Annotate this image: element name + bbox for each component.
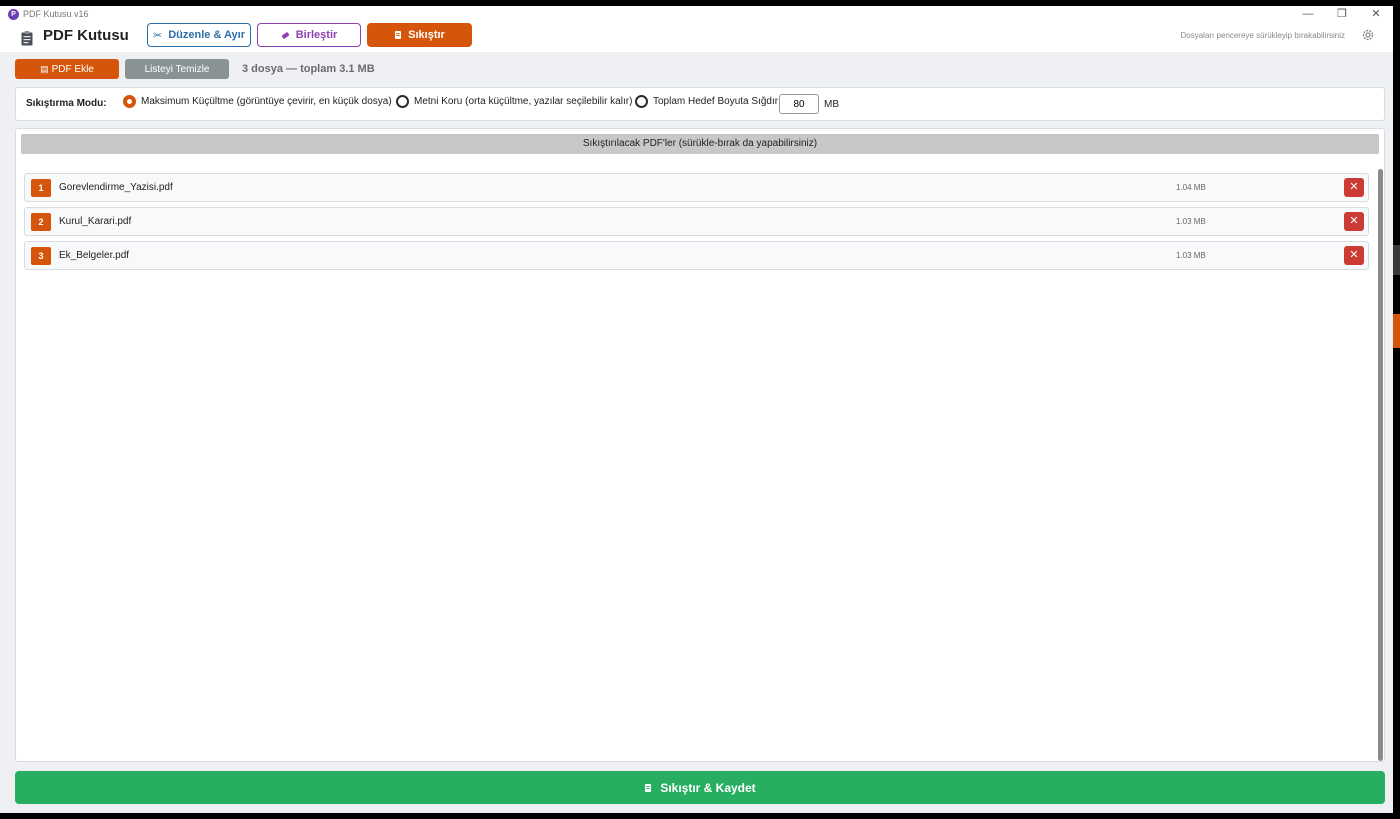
radio-unselected-icon xyxy=(635,95,648,108)
app-logo-icon: P xyxy=(8,9,19,20)
file-list-header: Sıkıştırılacak PDF'ler (sürükle-bırak da… xyxy=(21,134,1379,154)
add-pdf-label: PDF Ekle xyxy=(51,63,94,75)
tab-edit-split[interactable]: ✂ Düzenle & Ayır xyxy=(147,23,251,47)
file-summary: 3 dosya — toplam 3.1 MB xyxy=(242,63,375,75)
drop-hint-text: Dosyaları pencereye sürükleyip bırakabil… xyxy=(1180,31,1345,40)
mode-radio-target-size[interactable]: Toplam Hedef Boyuta Sığdır: xyxy=(635,95,781,108)
maximize-button[interactable]: ❐ xyxy=(1325,6,1359,24)
compression-mode-label: Sıkıştırma Modu: xyxy=(26,98,107,109)
remove-file-button[interactable]: ✕ xyxy=(1344,212,1364,231)
minimize-button[interactable]: — xyxy=(1291,6,1325,24)
app-window: P PDF Kutusu v16 — ❐ ✕ PDF Kutusu ✂ Düze… xyxy=(0,6,1393,813)
document-icon: ▤ xyxy=(40,63,49,74)
list-scrollbar[interactable] xyxy=(1378,169,1383,761)
mode-radio-maximum[interactable]: Maksimum Küçültme (görüntüye çevirir, en… xyxy=(123,95,392,108)
file-size: 1.03 MB xyxy=(1176,251,1206,260)
scroll-icon xyxy=(395,31,402,39)
add-pdf-button[interactable]: ▤ PDF Ekle xyxy=(15,59,119,79)
brand-title: PDF Kutusu xyxy=(43,27,129,44)
compress-save-button[interactable]: Sıkıştır & Kaydet xyxy=(15,771,1385,804)
file-list-panel: Sıkıştırılacak PDF'ler (sürükle-bırak da… xyxy=(15,128,1385,762)
title-bar: P PDF Kutusu v16 — ❐ ✕ xyxy=(0,6,1393,24)
tab-merge-label: Birleştir xyxy=(295,29,338,41)
scissors-icon: ✂ xyxy=(152,29,163,42)
target-size-input[interactable] xyxy=(779,94,819,114)
tab-compress-label: Sıkıştır xyxy=(408,29,445,41)
mode-radio-keep-text-label: Metni Koru (orta küçültme, yazılar seçil… xyxy=(414,96,633,107)
file-row[interactable]: 3 Ek_Belgeler.pdf 1.03 MB ✕ xyxy=(24,241,1369,270)
eraser-icon xyxy=(281,31,289,39)
mode-radio-target-size-label: Toplam Hedef Boyuta Sığdır: xyxy=(653,96,781,107)
compression-mode-panel: Sıkıştırma Modu: Maksimum Küçültme (görü… xyxy=(15,87,1385,121)
tab-edit-split-label: Düzenle & Ayır xyxy=(168,29,246,41)
file-index-badge: 3 xyxy=(31,247,51,265)
tab-merge[interactable]: Birleştir xyxy=(257,23,361,47)
clipboard-icon xyxy=(21,31,33,46)
radio-unselected-icon xyxy=(396,95,409,108)
mode-radio-maximum-label: Maksimum Küçültme (görüntüye çevirir, en… xyxy=(141,96,392,107)
target-size-unit: MB xyxy=(824,99,839,110)
file-name: Ek_Belgeler.pdf xyxy=(59,250,130,261)
scroll-icon xyxy=(645,783,652,792)
clear-list-button[interactable]: Listeyi Temizle xyxy=(125,59,229,79)
file-row[interactable]: 1 Gorevlendirme_Yazisi.pdf 1.04 MB ✕ xyxy=(24,173,1369,202)
remove-file-button[interactable]: ✕ xyxy=(1344,246,1364,265)
file-name: Gorevlendirme_Yazisi.pdf xyxy=(59,182,173,193)
file-size: 1.03 MB xyxy=(1176,217,1206,226)
file-size: 1.04 MB xyxy=(1176,183,1206,192)
gear-icon[interactable] xyxy=(1361,28,1375,42)
file-index-badge: 2 xyxy=(31,213,51,231)
file-index-badge: 1 xyxy=(31,179,51,197)
remove-file-button[interactable]: ✕ xyxy=(1344,178,1364,197)
background-window-fragment xyxy=(1393,245,1400,275)
radio-selected-icon xyxy=(123,95,136,108)
app-header: PDF Kutusu ✂ Düzenle & Ayır Birleştir Sı… xyxy=(0,23,1393,52)
file-name: Kurul_Karari.pdf xyxy=(59,216,132,227)
mode-radio-keep-text[interactable]: Metni Koru (orta küçültme, yazılar seçil… xyxy=(396,95,632,108)
window-title: PDF Kutusu v16 xyxy=(23,9,89,19)
compress-save-label: Sıkıştır & Kaydet xyxy=(660,780,756,795)
tab-compress[interactable]: Sıkıştır xyxy=(367,23,472,47)
close-button[interactable]: ✕ xyxy=(1359,6,1393,24)
file-row[interactable]: 2 Kurul_Karari.pdf 1.03 MB ✕ xyxy=(24,207,1369,236)
background-window-fragment xyxy=(1393,314,1400,348)
